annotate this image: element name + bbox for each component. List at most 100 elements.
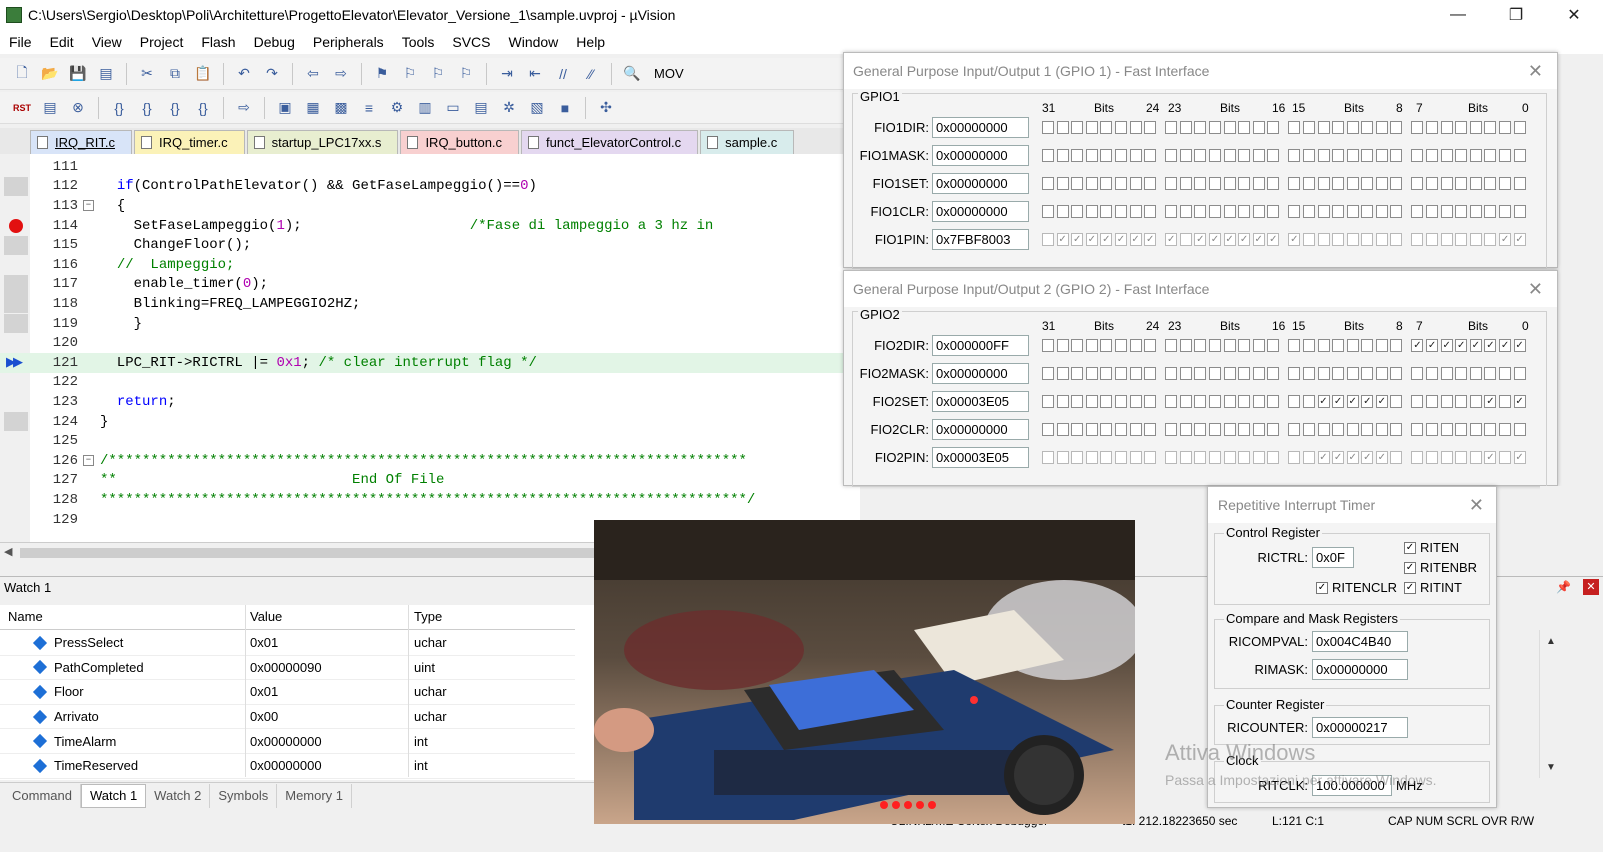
bit-checkbox[interactable]: ✓ [1361, 395, 1374, 408]
bit-checkbox[interactable] [1499, 395, 1512, 408]
minimize-button[interactable]: — [1429, 0, 1487, 30]
cut-icon[interactable]: ✂ [135, 63, 159, 85]
bit-checkbox[interactable] [1238, 423, 1251, 436]
bit-checkbox[interactable] [1208, 177, 1221, 190]
bit-checkbox[interactable] [1484, 121, 1497, 134]
bit-checkbox[interactable] [1042, 367, 1054, 380]
bit-checkbox[interactable] [1411, 177, 1424, 190]
bit-checkbox[interactable] [1302, 339, 1315, 352]
bit-checkbox[interactable] [1238, 339, 1251, 352]
bit-checkbox[interactable] [1252, 177, 1265, 190]
bit-checkbox[interactable]: ✓ [1455, 339, 1468, 352]
bit-checkbox[interactable] [1267, 149, 1280, 162]
tab-irq-timer[interactable]: IRQ_timer.c [133, 130, 245, 154]
new-file-icon[interactable]: 🗋 [10, 63, 34, 85]
bit-checkbox[interactable] [1179, 367, 1192, 380]
bit-checkbox[interactable] [1361, 205, 1374, 218]
bit-checkbox[interactable] [1129, 205, 1142, 218]
bit-checkbox[interactable] [1440, 121, 1453, 134]
close-button[interactable]: ✕ [1545, 0, 1603, 30]
menu-help[interactable]: Help [567, 34, 614, 50]
bit-checkbox[interactable] [1375, 205, 1388, 218]
code-line[interactable]: 117 enable_timer(0); [0, 274, 860, 295]
watch-value[interactable]: 0x00000000 [250, 729, 322, 753]
bit-checkbox[interactable] [1194, 395, 1207, 408]
bit-checkbox[interactable] [1426, 149, 1439, 162]
bit-checkbox[interactable] [1317, 177, 1330, 190]
bit-checkbox[interactable] [1071, 121, 1084, 134]
bit-checkbox[interactable] [1288, 177, 1301, 190]
bit-checkbox[interactable] [1440, 395, 1453, 408]
bit-checkbox[interactable] [1056, 121, 1069, 134]
bit-checkbox[interactable] [1100, 205, 1113, 218]
code-line[interactable]: 128 *************************************… [0, 490, 860, 510]
bit-checkbox[interactable] [1071, 205, 1084, 218]
bit-checkbox[interactable] [1208, 423, 1221, 436]
bit-checkbox[interactable] [1085, 177, 1098, 190]
registers-window-icon[interactable]: ≡ [357, 97, 381, 119]
bit-checkbox[interactable] [1390, 423, 1403, 436]
menu-project[interactable]: Project [131, 34, 193, 50]
bit-checkbox[interactable] [1361, 423, 1374, 436]
bit-checkbox[interactable]: ✓ [1375, 395, 1388, 408]
close-icon[interactable]: ✕ [1469, 495, 1484, 516]
bit-checkbox[interactable] [1071, 339, 1084, 352]
bit-checkbox[interactable] [1346, 423, 1359, 436]
bit-checkbox[interactable] [1144, 121, 1157, 134]
bit-checkbox[interactable] [1484, 367, 1497, 380]
watch-row[interactable]: PressSelect 0x01 uchar [0, 631, 575, 656]
toolbox-icon[interactable]: ✣ [594, 97, 618, 119]
bit-checkbox[interactable] [1361, 339, 1374, 352]
bit-checkbox[interactable] [1455, 177, 1468, 190]
bit-checkbox[interactable] [1455, 121, 1468, 134]
bit-checkbox[interactable] [1288, 205, 1301, 218]
bit-checkbox[interactable] [1223, 205, 1236, 218]
watch-window-icon[interactable]: ▥ [413, 97, 437, 119]
bit-checkbox[interactable] [1469, 121, 1482, 134]
bit-checkbox[interactable] [1223, 423, 1236, 436]
bit-checkbox[interactable] [1252, 205, 1265, 218]
bit-checkbox[interactable] [1513, 121, 1526, 134]
bit-checkbox[interactable] [1071, 423, 1084, 436]
register-value-field[interactable]: 0x00000000 [932, 419, 1029, 440]
bit-checkbox[interactable] [1332, 339, 1345, 352]
bit-checkbox[interactable] [1267, 367, 1280, 380]
watch-row[interactable]: Floor 0x01 uchar [0, 680, 575, 705]
bit-checkbox[interactable] [1129, 149, 1142, 162]
bit-checkbox[interactable] [1332, 121, 1345, 134]
bit-checkbox[interactable] [1179, 423, 1192, 436]
bit-checkbox[interactable] [1042, 395, 1054, 408]
code-line[interactable]: 118 Blinking=FREQ_LAMPEGGIO2HZ; [0, 294, 860, 314]
bit-checkbox[interactable]: ✓ [1426, 339, 1439, 352]
step-into-icon[interactable]: {} [107, 97, 131, 119]
bit-checkbox[interactable] [1144, 339, 1157, 352]
bit-checkbox[interactable] [1056, 367, 1069, 380]
bit-checkbox[interactable] [1085, 121, 1098, 134]
bit-checkbox[interactable] [1455, 423, 1468, 436]
rimask-field[interactable]: 0x00000000 [1312, 659, 1408, 680]
bit-checkbox[interactable] [1440, 149, 1453, 162]
bit-checkbox[interactable] [1114, 395, 1127, 408]
open-file-icon[interactable]: 📂 [38, 63, 62, 85]
bit-checkbox[interactable] [1375, 121, 1388, 134]
code-line[interactable]: 112 if(ControlPathElevator() && GetFaseL… [0, 176, 860, 197]
indent-icon[interactable]: ⇥ [495, 63, 519, 85]
bit-checkbox[interactable] [1411, 367, 1424, 380]
bit-checkbox[interactable] [1238, 121, 1251, 134]
bit-checkbox[interactable] [1411, 423, 1424, 436]
bit-checkbox[interactable] [1252, 149, 1265, 162]
run-to-cursor-icon[interactable]: {} [191, 97, 215, 119]
symbols-window-icon[interactable]: ▩ [329, 97, 353, 119]
bit-checkbox[interactable] [1252, 423, 1265, 436]
memory-window-icon[interactable]: ▭ [441, 97, 465, 119]
bit-checkbox[interactable] [1513, 423, 1526, 436]
bit-checkbox[interactable] [1252, 367, 1265, 380]
bit-checkbox[interactable] [1346, 149, 1359, 162]
bit-checkbox[interactable] [1440, 367, 1453, 380]
tab-command[interactable]: Command [4, 783, 81, 808]
menu-file[interactable]: File [0, 34, 41, 50]
register-value-field[interactable]: 0x000000FF [932, 335, 1029, 356]
bit-checkbox[interactable] [1484, 177, 1497, 190]
bit-checkbox[interactable] [1252, 339, 1265, 352]
bit-checkbox[interactable]: ✓ [1317, 395, 1330, 408]
